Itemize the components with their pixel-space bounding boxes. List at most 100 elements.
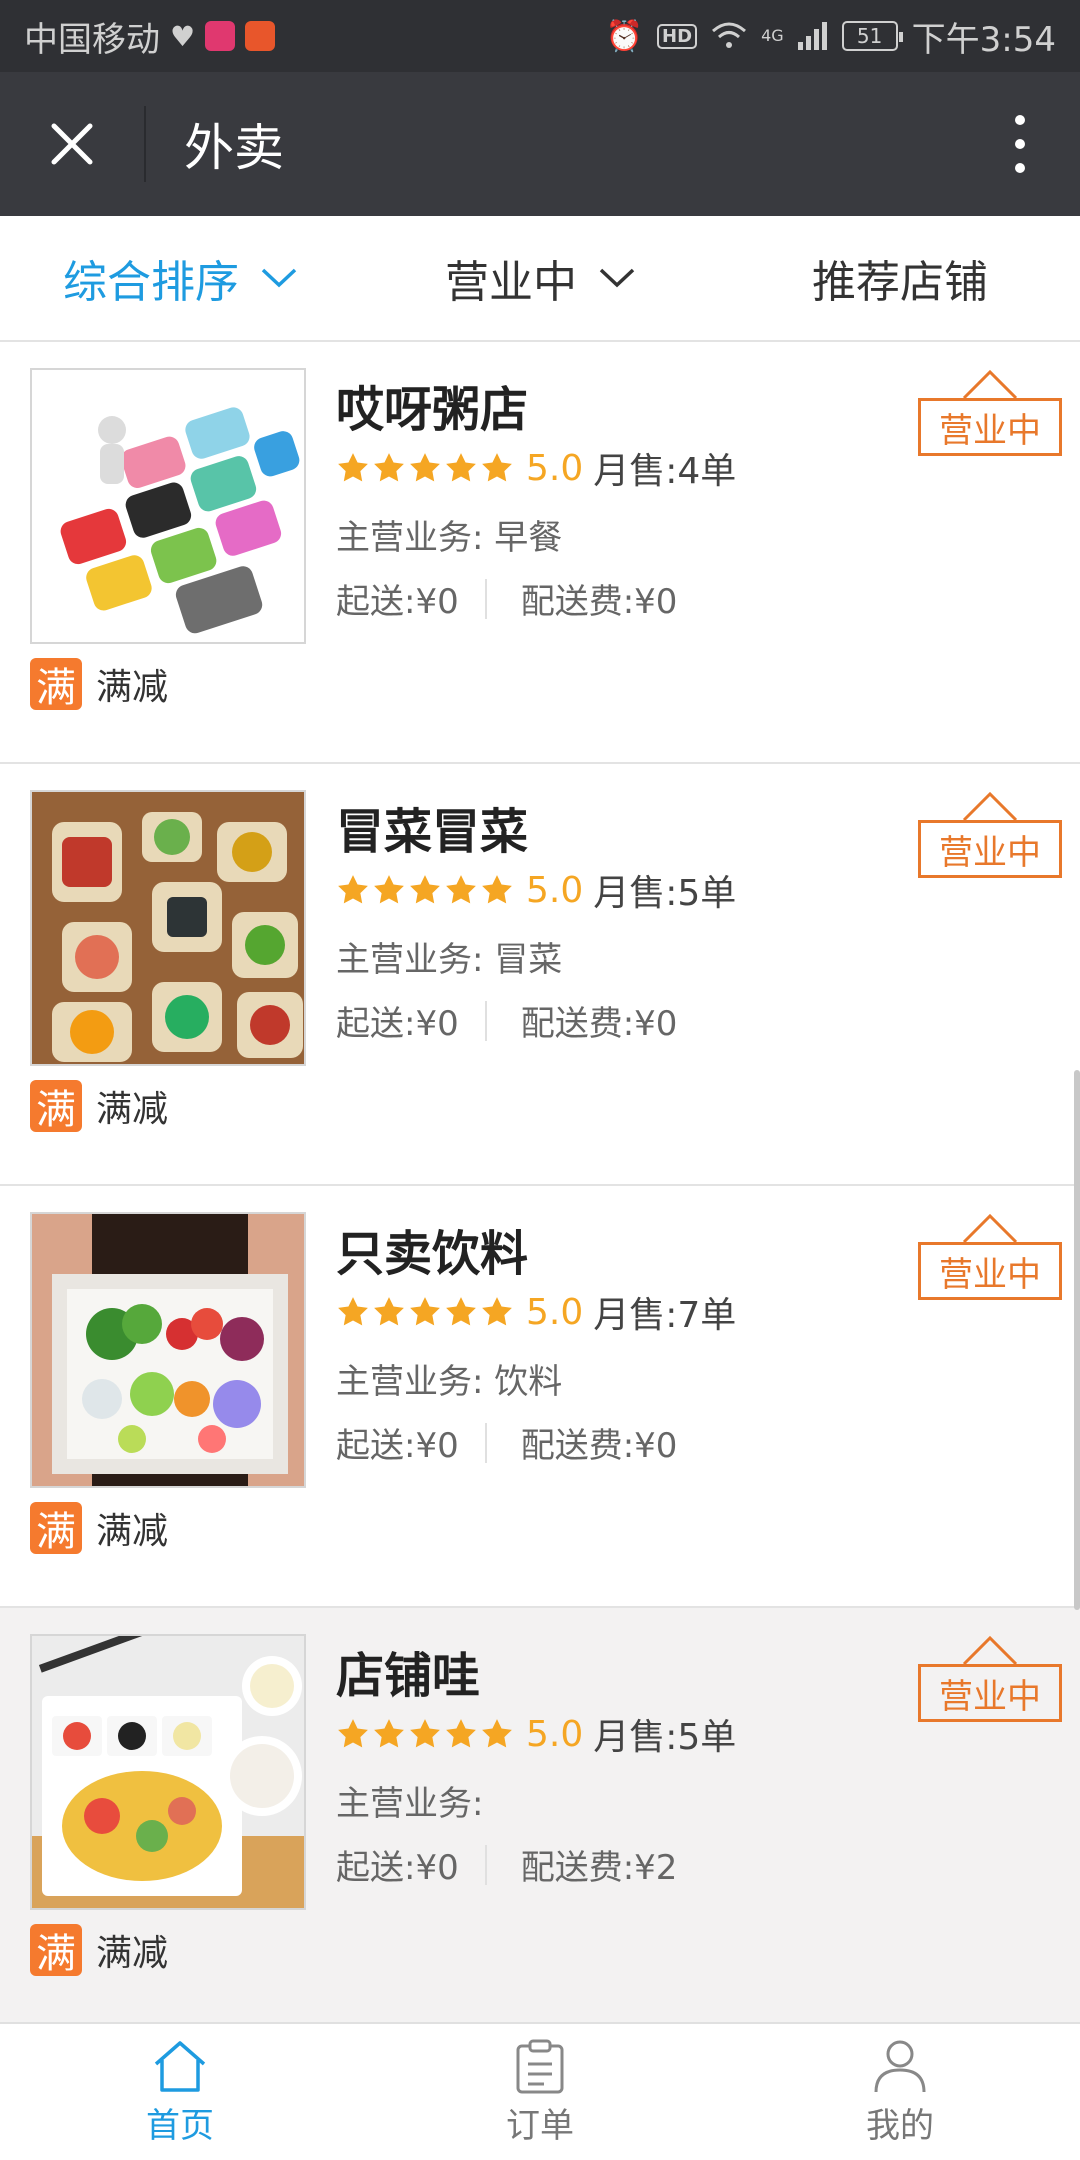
more-vertical-icon (1015, 115, 1025, 173)
fee-row: 起送:¥0 配送费:¥0 (336, 574, 677, 623)
star-icon (338, 875, 368, 904)
shop-image (30, 1212, 306, 1488)
star-icon (410, 1719, 440, 1748)
delivery-fee: 配送费:¥0 (520, 582, 678, 622)
shop-name: 店铺哇 (336, 1648, 481, 1704)
shop-name: 哎呀粥店 (336, 382, 529, 438)
title-bar: 外卖 (0, 72, 1080, 216)
promo-row: 满 满减 (30, 1080, 169, 1133)
delivery-fee: 配送费:¥0 (520, 1426, 678, 1466)
promo-text: 满减 (96, 1933, 169, 1974)
page-title: 外卖 (184, 119, 284, 177)
app-notification-icon (205, 21, 236, 51)
scrollbar[interactable] (1074, 1070, 1080, 1610)
promo-row: 满 满减 (30, 658, 169, 711)
promo-text: 满减 (96, 1511, 169, 1552)
shop-card[interactable]: 哎呀粥店 5.0 月售:4单 主营业务: 早餐 起送:¥0 配送费:¥0 满 满… (0, 342, 1080, 764)
star-icon (446, 1297, 476, 1326)
bottom-nav: 首页 订单 我的 (0, 2022, 1080, 2160)
fee-divider (484, 1000, 487, 1041)
rating-row: 5.0 月售:7单 (336, 1286, 736, 1338)
promo-row: 满 满减 (30, 1924, 169, 1977)
wifi-icon (712, 22, 747, 48)
delivery-fee: 配送费:¥0 (520, 1004, 678, 1044)
filter-recommended[interactable]: 推荐店铺 (720, 216, 1080, 340)
close-icon (51, 123, 93, 165)
star-icon (410, 1297, 440, 1326)
star-icon (338, 453, 368, 482)
star-rating (336, 1717, 514, 1751)
star-rating (336, 873, 514, 907)
main-business: 主营业务: (336, 1784, 484, 1824)
more-menu-button[interactable] (960, 72, 1080, 216)
open-status-sign: 营业中 (918, 780, 1062, 878)
star-icon (482, 875, 512, 904)
star-rating (336, 1295, 514, 1329)
shop-card[interactable]: 只卖饮料 5.0 月售:7单 主营业务: 饮料 起送:¥0 配送费:¥0 满 满… (0, 1186, 1080, 1608)
shop-image (30, 1634, 306, 1910)
filter-sort[interactable]: 综合排序 (0, 216, 360, 340)
promo-text: 满减 (96, 667, 169, 708)
rating-row: 5.0 月售:5单 (336, 1708, 736, 1760)
network-type: 4G (761, 25, 784, 45)
monthly-sales: 月售:5单 (593, 873, 737, 914)
order-clipboard-icon (516, 2039, 564, 2093)
rating-row: 5.0 月售:5单 (336, 864, 736, 916)
star-icon (410, 875, 440, 904)
open-status-label: 营业中 (918, 1242, 1062, 1300)
video-notification-icon (245, 21, 276, 51)
nav-home-label: 首页 (146, 2105, 214, 2146)
signal-icon (797, 22, 827, 50)
shop-name: 冒菜冒菜 (336, 804, 529, 860)
fee-divider (484, 1422, 487, 1463)
monthly-sales: 月售:5单 (593, 1717, 737, 1758)
star-icon (482, 453, 512, 482)
filter-open-status[interactable]: 营业中 (360, 216, 720, 340)
clock: 下午3:54 (911, 19, 1056, 60)
star-icon (482, 1297, 512, 1326)
min-order: 起送:¥0 (336, 582, 459, 622)
min-order: 起送:¥0 (336, 1848, 459, 1888)
chevron-down-icon (599, 268, 635, 288)
fee-row: 起送:¥0 配送费:¥0 (336, 996, 677, 1045)
delivery-fee: 配送费:¥2 (520, 1848, 678, 1888)
shop-card[interactable]: 冒菜冒菜 5.0 月售:5单 主营业务: 冒菜 起送:¥0 配送费:¥0 满 满… (0, 764, 1080, 1186)
nav-orders-label: 订单 (506, 2105, 574, 2146)
battery-level: 51 (856, 24, 883, 48)
min-order: 起送:¥0 (336, 1004, 459, 1044)
battery-icon: 51 (841, 21, 903, 51)
promo-text: 满减 (96, 1089, 169, 1130)
home-icon (154, 2040, 206, 2092)
status-bar: 中国移动 ♥ ⏰ HD 4G 51 下午3:54 (0, 0, 1080, 72)
sign-hanger-icon (962, 1213, 1018, 1244)
star-icon (374, 1719, 404, 1748)
shop-list: 哎呀粥店 5.0 月售:4单 主营业务: 早餐 起送:¥0 配送费:¥0 满 满… (0, 342, 1080, 2030)
fee-divider (484, 578, 487, 619)
shop-name: 只卖饮料 (336, 1226, 529, 1282)
star-rating (336, 451, 514, 485)
rating-value: 5.0 (526, 1713, 584, 1755)
hd-icon: HD (657, 23, 698, 49)
nav-profile[interactable]: 我的 (720, 2024, 1080, 2160)
shop-image (30, 368, 306, 644)
fee-row: 起送:¥0 配送费:¥2 (336, 1840, 677, 1889)
main-business: 主营业务: 饮料 (336, 1362, 563, 1402)
promo-row: 满 满减 (30, 1502, 169, 1555)
shop-card[interactable]: 店铺哇 5.0 月售:5单 主营业务: 起送:¥0 配送费:¥2 满 满减 营业… (0, 1608, 1080, 2030)
close-button[interactable] (0, 72, 144, 216)
sign-hanger-icon (962, 369, 1018, 400)
sign-hanger-icon (962, 1635, 1018, 1666)
open-status-label: 营业中 (918, 1664, 1062, 1722)
rating-row: 5.0 月售:4单 (336, 442, 736, 494)
star-icon (374, 875, 404, 904)
open-status-label: 营业中 (918, 820, 1062, 878)
chevron-down-icon (261, 268, 297, 288)
nav-orders[interactable]: 订单 (360, 2024, 720, 2160)
heart-rate-icon: ♥ (170, 19, 196, 53)
min-order: 起送:¥0 (336, 1426, 459, 1466)
nav-home[interactable]: 首页 (0, 2024, 360, 2160)
fee-row: 起送:¥0 配送费:¥0 (336, 1418, 677, 1467)
rating-value: 5.0 (526, 447, 584, 489)
fee-divider (484, 1844, 487, 1885)
open-status-sign: 营业中 (918, 358, 1062, 456)
